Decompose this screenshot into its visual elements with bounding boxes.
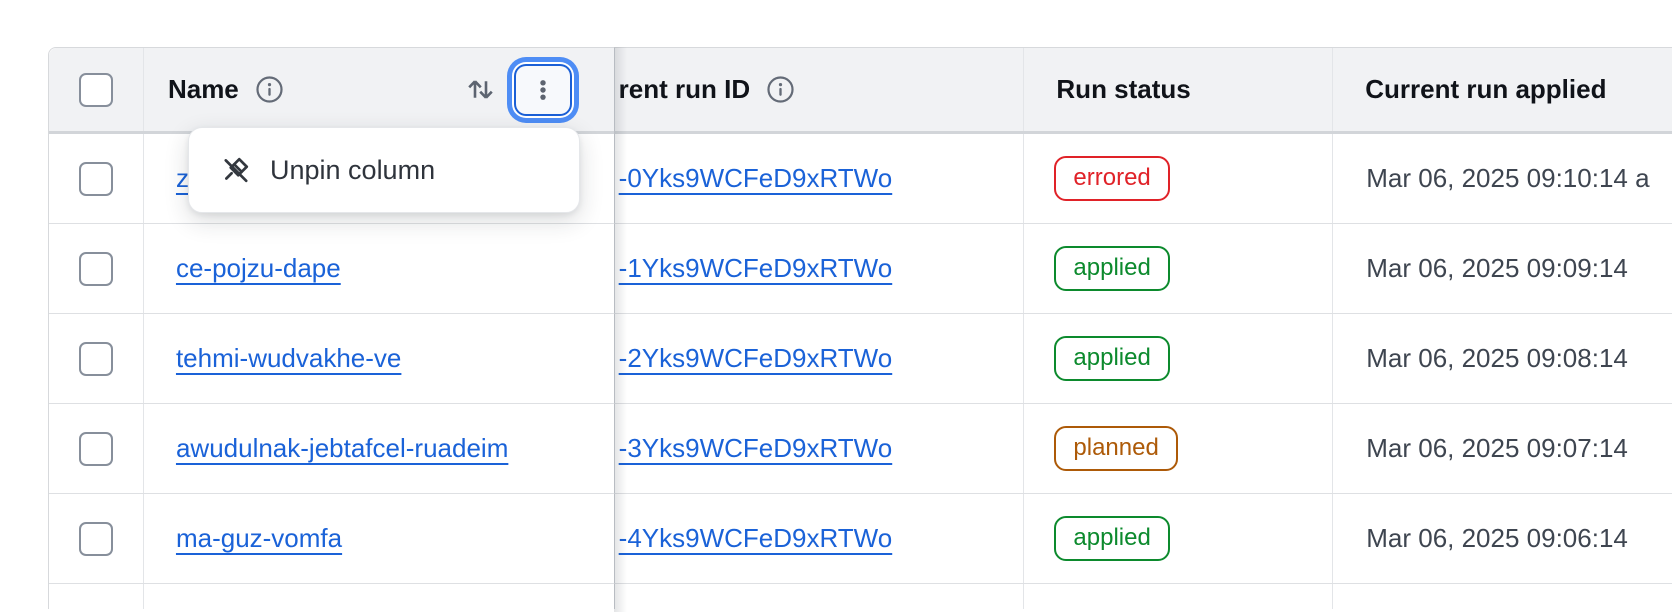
sort-arrows-icon[interactable] bbox=[464, 72, 497, 107]
workspace-name-link[interactable]: awudulnak-jebtafcel-ruadeim bbox=[176, 433, 508, 464]
workspaces-table-screen: Name rent run ID Run status bbox=[0, 0, 1672, 612]
current-run-applied-timestamp: Mar 06, 2025 09:06:14 bbox=[1366, 523, 1628, 554]
run-status-column-label: Run status bbox=[1056, 74, 1190, 105]
header-current-run-applied-cell: Current run applied bbox=[1332, 48, 1672, 131]
run-status-badge: applied bbox=[1054, 336, 1169, 381]
column-options-button[interactable] bbox=[516, 66, 570, 114]
select-all-checkbox[interactable] bbox=[79, 73, 113, 107]
current-run-applied-timestamp: Mar 06, 2025 09:08:14 bbox=[1366, 343, 1628, 374]
current-run-applied-timestamp: Mar 06, 2025 09:10:14 a bbox=[1366, 163, 1649, 194]
table-row-partial bbox=[49, 584, 1672, 609]
run-status-badge: applied bbox=[1054, 246, 1169, 291]
current-run-applied-timestamp: Mar 06, 2025 09:09:14 bbox=[1366, 253, 1628, 284]
table-row: tehmi-wudvakhe-ve -2Yks9WCFeD9xRTWo appl… bbox=[49, 314, 1672, 404]
current-run-applied-column-label: Current run applied bbox=[1365, 74, 1606, 105]
column-menu-dropdown: Unpin column bbox=[188, 127, 580, 213]
run-id-link[interactable]: -0Yks9WCFeD9xRTWo bbox=[619, 163, 893, 194]
run-id-link[interactable]: -3Yks9WCFeD9xRTWo bbox=[619, 433, 893, 464]
current-run-applied-timestamp: Mar 06, 2025 09:07:14 bbox=[1366, 433, 1628, 464]
workspace-name-link[interactable]: ma-guz-vomfa bbox=[176, 523, 342, 554]
run-id-link[interactable]: -1Yks9WCFeD9xRTWo bbox=[619, 253, 893, 284]
table-row: ma-guz-vomfa -4Yks9WCFeD9xRTWo applied M… bbox=[49, 494, 1672, 584]
name-column-label: Name bbox=[168, 74, 239, 105]
workspace-name-link[interactable]: z bbox=[176, 163, 189, 194]
header-select-cell bbox=[49, 48, 143, 131]
menu-item-label: Unpin column bbox=[270, 155, 435, 186]
run-id-column-label: rent run ID bbox=[619, 74, 750, 105]
run-status-badge: errored bbox=[1054, 156, 1169, 201]
row-checkbox[interactable] bbox=[79, 432, 113, 466]
table-row: ce-pojzu-dape -1Yks9WCFeD9xRTWo applied … bbox=[49, 224, 1672, 314]
run-id-link[interactable]: -2Yks9WCFeD9xRTWo bbox=[619, 343, 893, 374]
row-checkbox[interactable] bbox=[79, 522, 113, 556]
menu-item-unpin-column[interactable]: Unpin column bbox=[189, 128, 579, 212]
workspace-name-link[interactable]: tehmi-wudvakhe-ve bbox=[176, 343, 401, 374]
table-row: awudulnak-jebtafcel-ruadeim -3Yks9WCFeD9… bbox=[49, 404, 1672, 494]
run-status-badge: applied bbox=[1054, 516, 1169, 561]
row-checkbox[interactable] bbox=[79, 162, 113, 196]
run-status-badge: planned bbox=[1054, 426, 1177, 471]
header-name-cell: Name bbox=[143, 48, 614, 131]
row-checkbox[interactable] bbox=[79, 252, 113, 286]
header-run-status-cell: Run status bbox=[1023, 48, 1332, 131]
pin-off-icon bbox=[219, 153, 253, 187]
header-run-id-cell: rent run ID bbox=[614, 48, 1024, 131]
run-id-link[interactable]: -4Yks9WCFeD9xRTWo bbox=[619, 523, 893, 554]
info-icon[interactable] bbox=[765, 74, 796, 105]
row-checkbox[interactable] bbox=[79, 342, 113, 376]
info-icon[interactable] bbox=[254, 74, 285, 105]
workspace-name-link[interactable]: ce-pojzu-dape bbox=[176, 253, 341, 284]
table-header-row: Name rent run ID Run status bbox=[49, 48, 1672, 134]
